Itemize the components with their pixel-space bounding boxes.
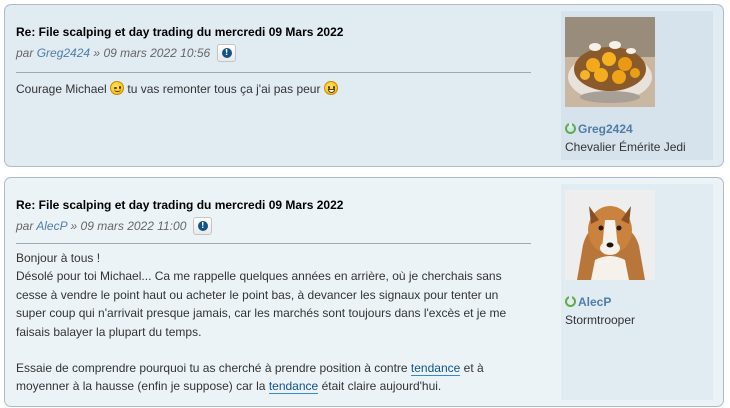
- user-rank: Stormtrooper: [565, 313, 636, 327]
- exclamation-icon: !: [197, 221, 208, 231]
- wink-smiley-icon: [110, 81, 125, 95]
- post-author-line: par AlecP » 09 mars 2022 11:00 !: [16, 217, 212, 236]
- online-icon: [565, 296, 576, 307]
- exclamation-icon: !: [221, 48, 232, 58]
- profile-username[interactable]: Greg2424: [565, 122, 633, 136]
- content-paragraph: Désolé pour toi Michael... Ca me rappell…: [16, 269, 507, 339]
- post-separator: [16, 243, 531, 244]
- post-date: 09 mars 2022 10:56: [103, 46, 211, 61]
- post-date: 09 mars 2022 11:00: [80, 219, 187, 234]
- post-title[interactable]: Re: File scalping et day trading du merc…: [16, 198, 343, 212]
- content-text: tu vas remonter tous ça j'ai pas peur: [127, 82, 321, 96]
- date-separator: »: [93, 46, 101, 61]
- user-rank: Chevalier Émérite Jedi: [565, 140, 686, 154]
- username-link[interactable]: AlecP: [578, 295, 611, 309]
- content-text: Courage Michael: [16, 82, 107, 96]
- grin-smiley-icon: [323, 81, 338, 95]
- profile-username[interactable]: AlecP: [565, 295, 611, 309]
- date-separator: »: [70, 219, 78, 234]
- content-greeting: Bonjour à tous !: [16, 251, 101, 265]
- post-content: Courage Michael tu vas remonter tous ça …: [16, 80, 338, 98]
- post-separator: [16, 72, 531, 73]
- dog-photo-avatar-icon: [565, 190, 655, 280]
- post-profile: AlecP Stormtrooper: [561, 184, 713, 400]
- post-alecp: Re: File scalping et day trading du merc…: [4, 177, 724, 407]
- post-content: Bonjour à tous ! Désolé pour toi Michael…: [16, 249, 531, 396]
- author-link[interactable]: AlecP: [36, 219, 67, 233]
- author-link[interactable]: Greg2424: [37, 46, 90, 60]
- online-icon: [565, 123, 576, 134]
- post-profile: Greg2424 Chevalier Émérite Jedi: [561, 11, 713, 160]
- report-button[interactable]: !: [216, 44, 236, 62]
- by-prefix: par: [16, 46, 34, 61]
- user-avatar[interactable]: [565, 17, 655, 107]
- report-button[interactable]: !: [192, 217, 212, 235]
- content-text: était claire aujourd'hui.: [321, 379, 442, 394]
- by-prefix: par: [16, 219, 34, 234]
- username-link[interactable]: Greg2424: [578, 122, 633, 136]
- post-title[interactable]: Re: File scalping et day trading du merc…: [16, 25, 343, 39]
- post-greg2424: Re: File scalping et day trading du merc…: [4, 4, 724, 167]
- content-paragraph: Essaie de comprendre pourquoi tu as cher…: [16, 359, 496, 396]
- content-text: Essaie de comprendre pourquoi tu as cher…: [16, 361, 408, 376]
- post-author-line: par Greg2424 » 09 mars 2022 10:56 !: [16, 44, 236, 63]
- tendance-link[interactable]: tendance: [268, 379, 319, 395]
- tendance-link[interactable]: tendance: [410, 361, 461, 377]
- user-avatar[interactable]: [565, 190, 655, 280]
- food-photo-avatar-icon: [565, 17, 655, 107]
